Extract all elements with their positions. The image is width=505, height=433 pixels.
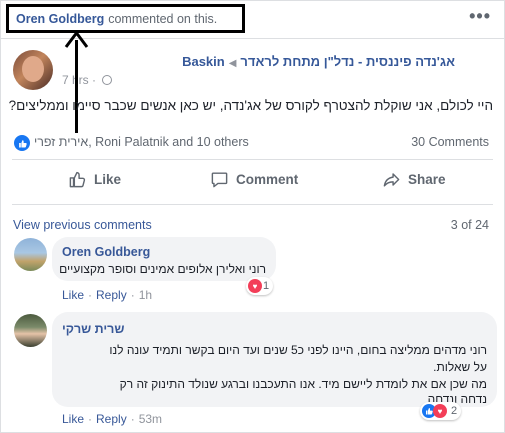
- activity-notice: Oren Goldberg commented on this.: [6, 4, 245, 33]
- comment-label: Comment: [236, 172, 299, 187]
- like-label: Like: [94, 172, 122, 187]
- comment-actions: Like · Reply · 1h: [62, 288, 153, 302]
- comment-like-link[interactable]: Like: [62, 288, 84, 302]
- comment-button[interactable]: Comment: [210, 170, 298, 189]
- comment-count-link[interactable]: 30 Comments: [411, 135, 489, 149]
- comment-time[interactable]: 1h: [139, 288, 152, 302]
- reactors-summary[interactable]: אירית זפרי, Roni Palatnik and 10 others: [34, 135, 249, 149]
- comment-text-line: על שאלות.: [433, 360, 487, 374]
- share-button[interactable]: Share: [382, 170, 446, 189]
- comment-reactions[interactable]: ♥ 2: [420, 402, 462, 420]
- caret-icon: ◀: [228, 58, 237, 69]
- group-link[interactable]: אג'נדה פיננסית - נדל"ן מתחת לראדר: [240, 54, 455, 69]
- reactors-rest: , Roni Palatnik and 10 others: [88, 135, 249, 149]
- love-reaction-icon: ♥: [248, 279, 262, 293]
- comment-text-line: רוני מדהים ממליצה בחום, היינו לפני כ5 שנ…: [109, 343, 487, 357]
- comment-time[interactable]: 53m: [139, 412, 162, 426]
- post-title: אג'נדה פיננסית - נדל"ן מתחת לראדר◀Baskin: [182, 54, 455, 69]
- post-body: היי לכולם, אני שוקלת להצטרף לקורס של אג'…: [8, 98, 493, 113]
- comment-bubble: שרית שרקי רוני מדהים ממליצה בחום, היינו …: [52, 312, 497, 407]
- comment-author-link[interactable]: שרית שרקי: [62, 322, 124, 336]
- post-author-avatar[interactable]: [13, 50, 53, 90]
- thumbs-up-icon: [69, 171, 86, 188]
- share-label: Share: [408, 172, 446, 187]
- actions-divider: [12, 204, 493, 205]
- share-arrow-icon: [383, 173, 400, 187]
- comment-avatar[interactable]: [14, 238, 47, 271]
- notice-action-text: commented on this.: [108, 11, 218, 26]
- globe-icon: [102, 75, 113, 85]
- comment-reply-link[interactable]: Reply: [96, 412, 127, 426]
- reactions-divider: [12, 159, 493, 160]
- like-button[interactable]: Like: [68, 170, 121, 189]
- reactor-hebrew-name: אירית זפרי: [34, 135, 89, 149]
- post-meta: 7 hrs ·: [62, 73, 113, 87]
- view-previous-comments-link[interactable]: View previous comments: [13, 218, 152, 232]
- comment-reaction-count: 2: [451, 405, 458, 417]
- more-options-icon[interactable]: •••: [469, 7, 491, 25]
- comment-reply-link[interactable]: Reply: [96, 288, 127, 302]
- comments-pager: 3 of 24: [450, 218, 489, 232]
- annotation-arrow: [75, 40, 78, 133]
- comment-actions: Like · Reply · 53m: [62, 412, 163, 426]
- love-reaction-icon: ♥: [433, 404, 447, 418]
- comment-reactions[interactable]: ♥ 1: [246, 277, 274, 295]
- comment-reaction-count: 1: [263, 280, 270, 292]
- like-reaction-icon[interactable]: [14, 135, 30, 151]
- comment-avatar[interactable]: [14, 314, 47, 347]
- comment-like-link[interactable]: Like: [62, 412, 84, 426]
- comment-bubble-icon: [211, 172, 228, 188]
- arrow-head-icon: [64, 31, 89, 48]
- comment-author-link[interactable]: Oren Goldberg: [62, 245, 150, 259]
- comment-text: רוני ואלירן אלופים אמינים וסופר מקצועיים: [59, 262, 266, 276]
- notice-actor-link[interactable]: Oren Goldberg: [16, 12, 104, 26]
- author-link[interactable]: Baskin: [182, 54, 225, 69]
- comment-bubble: Oren Goldberg רוני ואלירן אלופים אמינים …: [52, 237, 276, 281]
